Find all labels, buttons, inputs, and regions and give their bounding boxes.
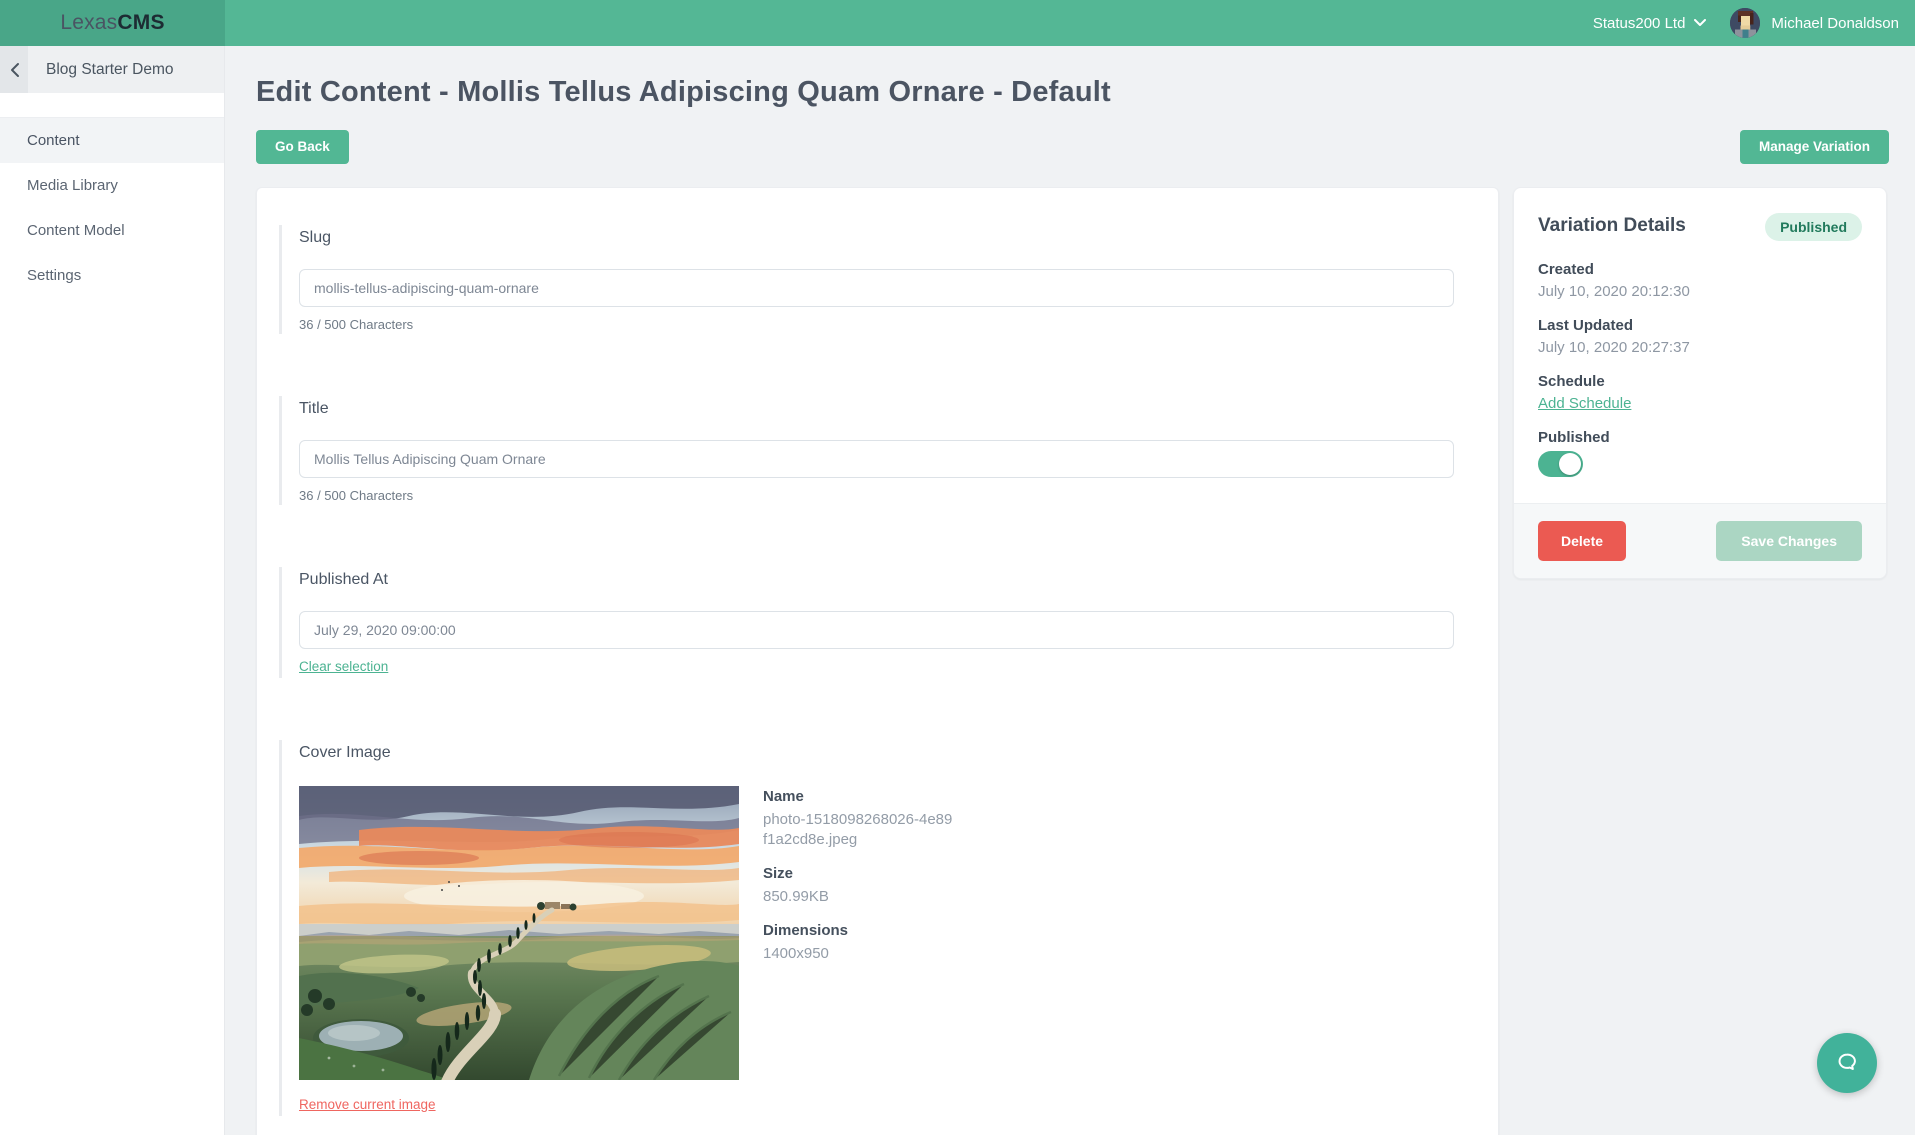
created-label: Created	[1538, 261, 1862, 278]
variation-panel-header: Variation Details Published	[1538, 213, 1862, 241]
variation-panel-footer: Delete Save Changes	[1514, 503, 1886, 578]
sidebar: Blog Starter Demo Content Media Library …	[0, 46, 225, 1135]
published-at-label: Published At	[299, 571, 1454, 589]
image-dimensions-value: 1400x950	[763, 944, 953, 964]
image-size-label: Size	[763, 865, 953, 882]
content-form-card: Slug 36 / 500 Characters Title 36 / 500 …	[256, 187, 1499, 1135]
delete-button[interactable]: Delete	[1538, 521, 1626, 561]
slug-input[interactable]	[299, 269, 1454, 307]
org-name: Status200 Ltd	[1593, 15, 1686, 32]
title-label: Title	[299, 400, 1454, 418]
user-name: Michael Donaldson	[1771, 15, 1899, 32]
status-badge: Published	[1765, 213, 1862, 241]
go-back-button[interactable]: Go Back	[256, 130, 349, 164]
sidebar-header: Blog Starter Demo	[0, 46, 224, 93]
back-button[interactable]	[0, 46, 28, 93]
top-bar: LexasCMS Status200 Ltd Michael Donaldson	[0, 0, 1915, 46]
sidebar-item-content-model[interactable]: Content Model	[0, 208, 224, 253]
sidebar-item-settings[interactable]: Settings	[0, 253, 224, 298]
content-columns: Slug 36 / 500 Characters Title 36 / 500 …	[256, 187, 1889, 1135]
schedule-label: Schedule	[1538, 373, 1862, 390]
published-toggle[interactable]	[1538, 451, 1583, 477]
save-changes-button[interactable]: Save Changes	[1716, 521, 1862, 561]
chat-bubble-icon	[1833, 1049, 1861, 1077]
actions-row: Go Back Manage Variation	[256, 130, 1889, 164]
slug-char-count: 36 / 500 Characters	[299, 317, 1454, 332]
avatar	[1730, 8, 1760, 38]
user-menu[interactable]: Michael Donaldson	[1730, 8, 1899, 38]
variation-details-panel: Variation Details Published Created July…	[1513, 187, 1887, 579]
main-area: Edit Content - Mollis Tellus Adipiscing …	[225, 46, 1915, 1135]
last-updated-value: July 10, 2020 20:27:37	[1538, 339, 1862, 356]
sidebar-spacer	[0, 93, 224, 117]
published-toggle-knob	[1559, 453, 1581, 475]
page-title: Edit Content - Mollis Tellus Adipiscing …	[256, 76, 1889, 109]
project-name[interactable]: Blog Starter Demo	[28, 46, 174, 93]
sidebar-nav: Content Media Library Content Model Sett…	[0, 117, 224, 298]
cover-image-photo	[299, 786, 739, 1080]
app-logo-part1: Lexas	[60, 11, 117, 35]
clear-selection-link[interactable]: Clear selection	[299, 659, 388, 674]
last-updated-label: Last Updated	[1538, 317, 1862, 334]
image-name-label: Name	[763, 788, 953, 805]
image-size-value: 850.99KB	[763, 887, 953, 907]
created-value: July 10, 2020 20:12:30	[1538, 283, 1862, 300]
slug-label: Slug	[299, 229, 1454, 247]
app-logo[interactable]: LexasCMS	[0, 0, 225, 46]
cover-image-row: Name photo-1518098268026-4e89f1a2cd8e.jp…	[299, 786, 1454, 1080]
sidebar-item-media-library[interactable]: Media Library	[0, 163, 224, 208]
manage-variation-button[interactable]: Manage Variation	[1740, 130, 1889, 164]
title-input[interactable]	[299, 440, 1454, 478]
variation-panel-body: Variation Details Published Created July…	[1514, 188, 1886, 503]
cover-image-label: Cover Image	[299, 744, 1454, 762]
variation-panel-title: Variation Details	[1538, 213, 1686, 237]
help-launcher-button[interactable]	[1817, 1033, 1877, 1093]
image-dimensions-label: Dimensions	[763, 922, 953, 939]
cover-image-meta: Name photo-1518098268026-4e89f1a2cd8e.jp…	[763, 786, 953, 1080]
title-field-group: Title 36 / 500 Characters	[279, 396, 1454, 505]
published-label: Published	[1538, 429, 1862, 446]
org-switcher[interactable]: Status200 Ltd	[1593, 15, 1707, 32]
cover-image-field-group: Cover Image	[279, 740, 1454, 1116]
image-name-value: photo-1518098268026-4e89f1a2cd8e.jpeg	[763, 810, 953, 851]
top-bar-right: Status200 Ltd Michael Donaldson	[1593, 8, 1915, 38]
sidebar-item-content[interactable]: Content	[0, 118, 224, 163]
published-at-field-group: Published At Clear selection	[279, 567, 1454, 678]
add-schedule-link[interactable]: Add Schedule	[1538, 395, 1631, 412]
chevron-down-icon	[1694, 19, 1706, 27]
chevron-left-icon	[9, 62, 20, 78]
title-char-count: 36 / 500 Characters	[299, 488, 1454, 503]
remove-image-link[interactable]: Remove current image	[299, 1097, 436, 1112]
published-at-input[interactable]	[299, 611, 1454, 649]
slug-field-group: Slug 36 / 500 Characters	[279, 225, 1454, 334]
app-logo-part2: CMS	[117, 11, 164, 35]
